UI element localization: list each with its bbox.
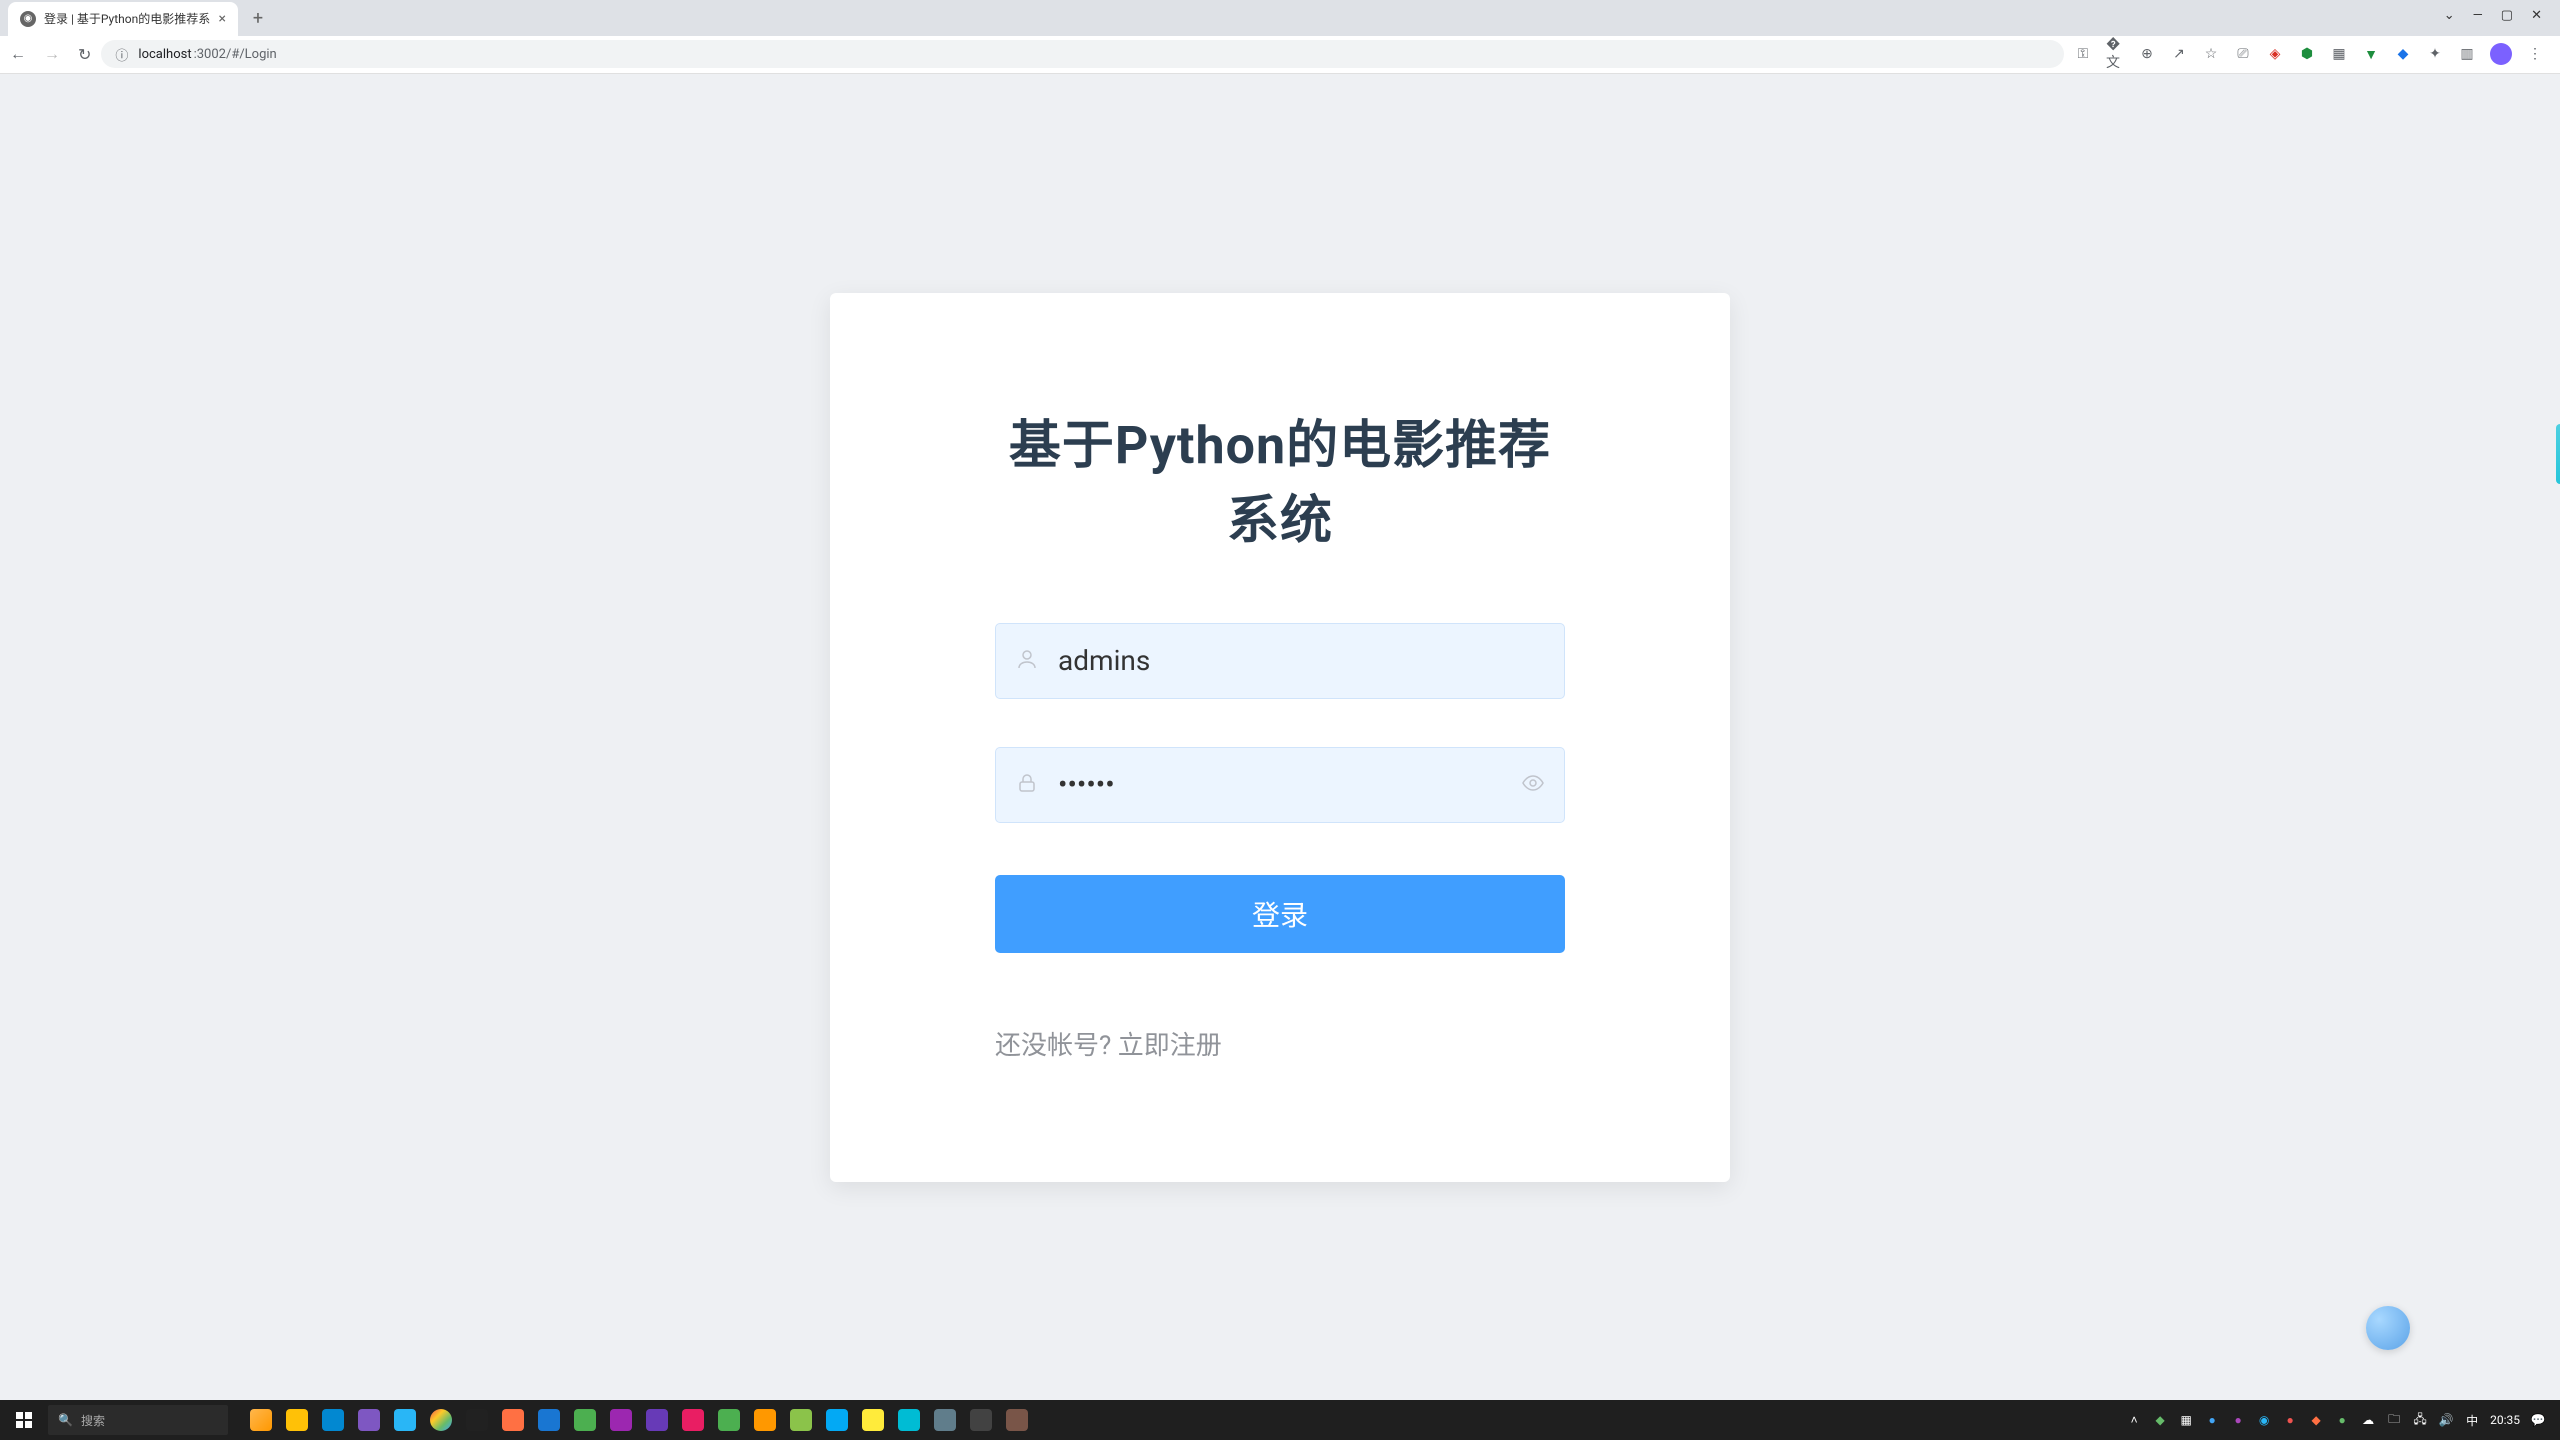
username-field-wrap — [995, 623, 1565, 699]
camera-icon[interactable]: ⎚ — [2234, 45, 2252, 63]
address-bar[interactable]: ⓘ localhost:3002/#/Login — [101, 40, 2064, 68]
taskbar-app[interactable] — [640, 1400, 674, 1440]
taskbar-app[interactable] — [712, 1400, 746, 1440]
share-icon[interactable]: ↗ — [2170, 45, 2188, 63]
tab-bar: ◉ 登录 | 基于Python的电影推荐系 × + ⌄ — ▢ ✕ — [0, 0, 2560, 36]
floating-assistant-icon[interactable] — [2366, 1306, 2410, 1350]
start-button[interactable] — [0, 1400, 48, 1440]
taskbar-app[interactable] — [676, 1400, 710, 1440]
tray-icon[interactable]: ▦ — [2178, 1412, 2194, 1428]
search-icon: 🔍 — [58, 1413, 73, 1427]
browser-tab-active[interactable]: ◉ 登录 | 基于Python的电影推荐系 × — [8, 2, 238, 36]
taskbar-app[interactable] — [856, 1400, 890, 1440]
login-card: 基于Python的电影推荐系统 登录 还没帐号? 立即注册 — [830, 293, 1730, 1182]
login-title: 基于Python的电影推荐系统 — [995, 403, 1565, 553]
taskbar-app[interactable] — [388, 1400, 422, 1440]
taskbar-app[interactable] — [1000, 1400, 1034, 1440]
tray-clock[interactable]: 20:35 — [2490, 1413, 2520, 1427]
taskbar-app[interactable] — [460, 1400, 494, 1440]
ext-green-icon[interactable]: ⬢ — [2298, 45, 2316, 63]
register-row: 还没帐号? 立即注册 — [995, 1025, 1565, 1062]
tray-icon[interactable]: ☁ — [2360, 1412, 2376, 1428]
profile-avatar-icon[interactable] — [2490, 43, 2512, 65]
tray-volume-icon[interactable]: 🔊 — [2438, 1412, 2454, 1428]
password-field-wrap — [995, 747, 1565, 823]
taskbar-app[interactable] — [424, 1400, 458, 1440]
taskbar-app[interactable] — [352, 1400, 386, 1440]
taskbar-app[interactable] — [568, 1400, 602, 1440]
tray-icon[interactable]: ● — [2230, 1412, 2246, 1428]
nav-back-icon[interactable]: ← — [10, 44, 26, 64]
tray-icon[interactable]: ● — [2334, 1412, 2350, 1428]
edge-hint-icon[interactable] — [2556, 424, 2560, 484]
taskbar-app[interactable] — [820, 1400, 854, 1440]
taskbar-app[interactable] — [784, 1400, 818, 1440]
taskbar-app[interactable] — [892, 1400, 926, 1440]
tray-network-icon[interactable]: 🖧 — [2412, 1412, 2428, 1428]
tab-favicon-icon: ◉ — [20, 11, 36, 27]
tab-close-icon[interactable]: × — [219, 11, 226, 27]
window-minimize-icon[interactable]: — — [2473, 8, 2483, 23]
window-close-icon[interactable]: ✕ — [2531, 8, 2542, 23]
nav-reload-icon[interactable]: ↻ — [78, 45, 91, 64]
ext-adblock-icon[interactable]: ◈ — [2266, 45, 2284, 63]
url-host: localhost — [138, 47, 191, 62]
tray-chevron-icon[interactable]: ˄ — [2126, 1412, 2142, 1428]
login-button[interactable]: 登录 — [995, 875, 1565, 953]
tray-ime-icon[interactable]: 中 — [2464, 1412, 2480, 1428]
password-input[interactable] — [995, 747, 1565, 823]
taskbar-app[interactable] — [244, 1400, 278, 1440]
taskbar-app[interactable] — [964, 1400, 998, 1440]
page-body: 基于Python的电影推荐系统 登录 还没帐号? 立即注册 — [0, 74, 2560, 1400]
register-link[interactable]: 立即注册 — [1118, 1031, 1222, 1061]
taskbar-app[interactable] — [316, 1400, 350, 1440]
menu-icon[interactable]: ⋮ — [2526, 45, 2544, 63]
sidepanel-icon[interactable]: ▥ — [2458, 45, 2476, 63]
translate-icon[interactable]: �文 — [2106, 45, 2124, 63]
site-info-icon[interactable]: ⓘ — [115, 45, 128, 64]
ext-blue-icon[interactable]: ◆ — [2394, 45, 2412, 63]
system-tray: ˄ ◆ ▦ ● ● ◉ ● ◆ ● ☁ 🗀 🖧 🔊 中 20:35 💬 — [2112, 1412, 2560, 1428]
windows-taskbar: 🔍 搜索 ˄ ◆ ▦ ● ● ◉ ● ◆ ● ☁ 🗀 — [0, 1400, 2560, 1440]
tray-notification-icon[interactable]: 💬 — [2530, 1412, 2546, 1428]
taskbar-apps — [244, 1400, 1034, 1440]
taskbar-app[interactable] — [496, 1400, 530, 1440]
nav-forward-icon[interactable]: → — [44, 44, 60, 64]
user-icon — [1015, 647, 1039, 675]
new-tab-button[interactable]: + — [244, 5, 272, 33]
window-controls: ⌄ — ▢ ✕ — [2426, 0, 2560, 30]
taskbar-app[interactable] — [604, 1400, 638, 1440]
nav-icons: ← → ↻ — [10, 44, 91, 64]
tray-icon[interactable]: ● — [2204, 1412, 2220, 1428]
ext-gray-icon[interactable]: ▦ — [2330, 45, 2348, 63]
taskbar-app[interactable] — [532, 1400, 566, 1440]
ext-vue-icon[interactable]: ▼ — [2362, 45, 2380, 63]
url-path: :3002/#/Login — [194, 47, 277, 62]
username-input[interactable] — [995, 623, 1565, 699]
browser-chrome: ◉ 登录 | 基于Python的电影推荐系 × + ⌄ — ▢ ✕ ← → ↻ … — [0, 0, 2560, 74]
star-icon[interactable]: ☆ — [2202, 45, 2220, 63]
eye-icon[interactable] — [1521, 771, 1545, 799]
toolbar-icons: ⚿ �文 ⊕ ↗ ☆ ⎚ ◈ ⬢ ▦ ▼ ◆ ✦ ▥ ⋮ — [2074, 43, 2550, 65]
tray-icon[interactable]: ◆ — [2308, 1412, 2324, 1428]
tray-icon[interactable]: 🗀 — [2386, 1412, 2402, 1428]
extensions-icon[interactable]: ✦ — [2426, 45, 2444, 63]
lock-icon — [1015, 771, 1039, 799]
taskbar-app[interactable] — [280, 1400, 314, 1440]
taskbar-app[interactable] — [748, 1400, 782, 1440]
taskbar-search[interactable]: 🔍 搜索 — [48, 1405, 228, 1435]
window-maximize-icon[interactable]: ▢ — [2501, 8, 2513, 23]
tray-icon[interactable]: ◆ — [2152, 1412, 2168, 1428]
zoom-icon[interactable]: ⊕ — [2138, 45, 2156, 63]
address-row: ← → ↻ ⓘ localhost:3002/#/Login ⚿ �文 ⊕ ↗ … — [0, 36, 2560, 73]
tab-title: 登录 | 基于Python的电影推荐系 — [44, 10, 210, 27]
tray-icon[interactable]: ● — [2282, 1412, 2298, 1428]
window-dropdown-icon[interactable]: ⌄ — [2444, 8, 2455, 23]
taskbar-app[interactable] — [928, 1400, 962, 1440]
password-key-icon[interactable]: ⚿ — [2074, 45, 2092, 63]
search-placeholder: 搜索 — [81, 1412, 105, 1429]
register-prompt: 还没帐号? — [995, 1031, 1118, 1061]
tray-icon[interactable]: ◉ — [2256, 1412, 2272, 1428]
